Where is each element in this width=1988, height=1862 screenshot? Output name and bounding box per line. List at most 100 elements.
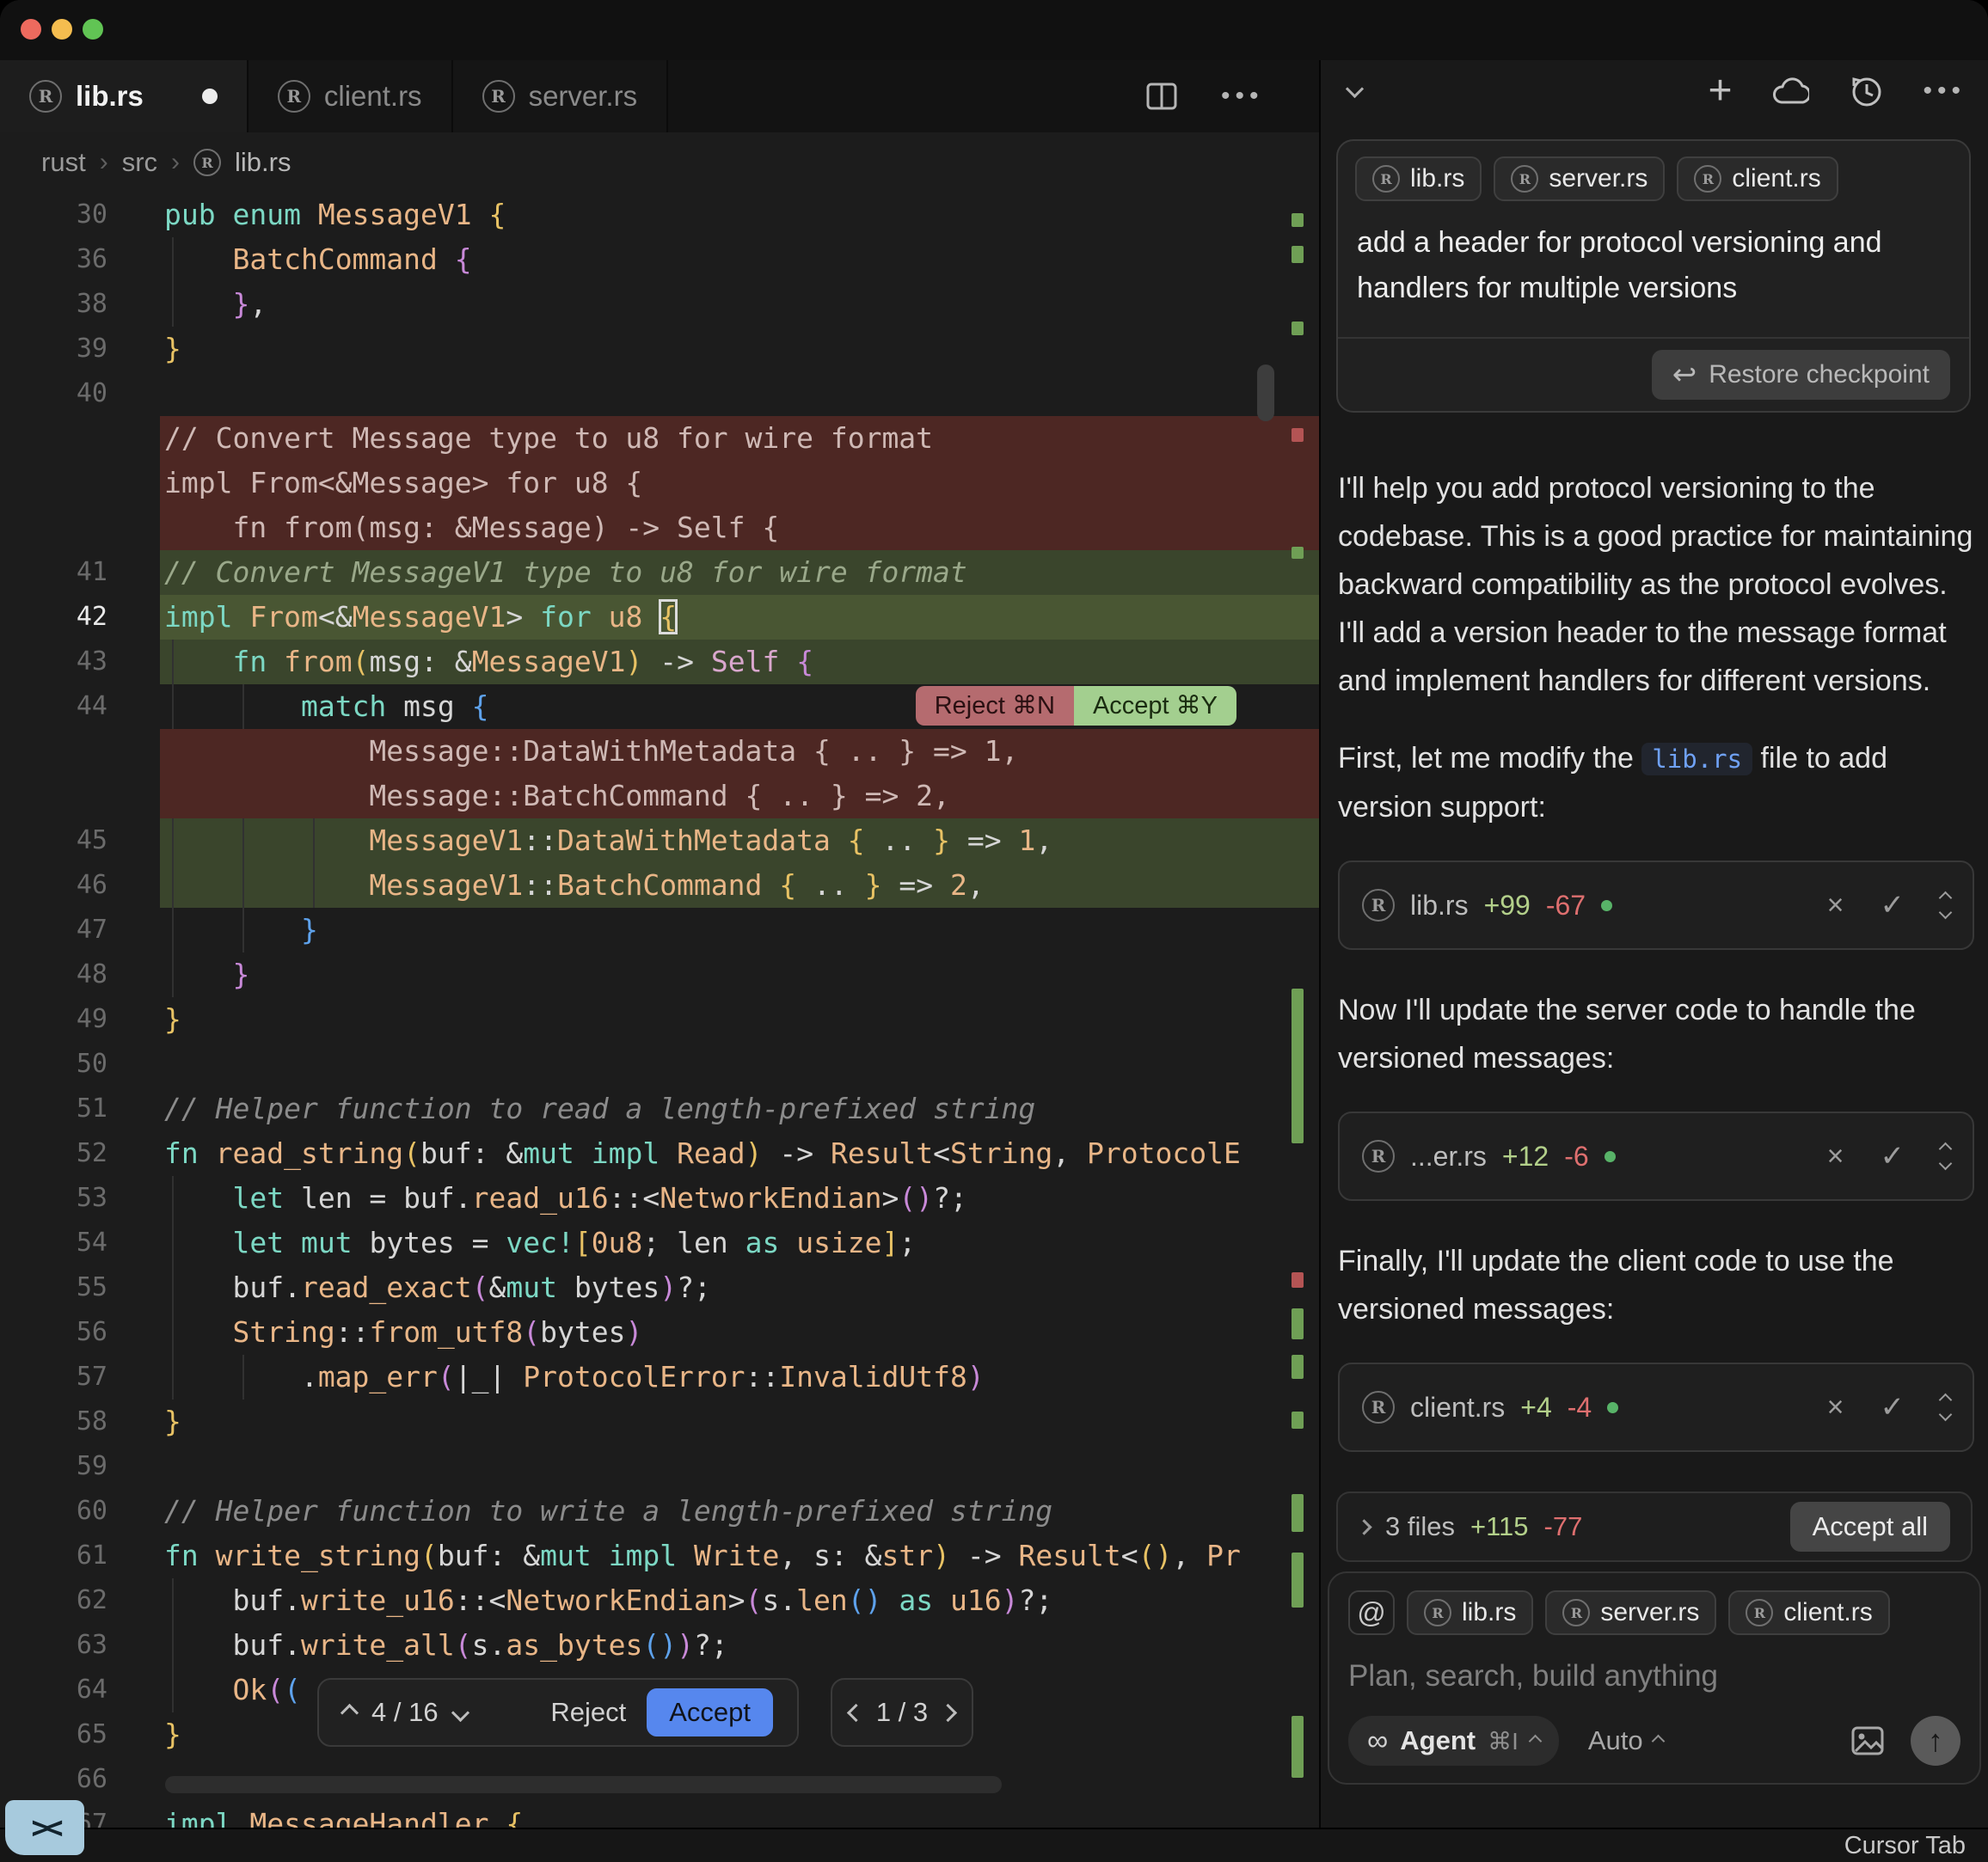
code-line[interactable]: impl From<&Message> for u8 {	[0, 461, 1319, 505]
code-line[interactable]: 38 },	[0, 282, 1319, 327]
accept-file-icon[interactable]: ✓	[1881, 888, 1905, 922]
code-area[interactable]: 30pub enum MessageV1 {36 BatchCommand {3…	[0, 193, 1319, 1828]
breadcrumb-item[interactable]: src	[122, 147, 157, 178]
reject-file-icon[interactable]: ×	[1827, 889, 1844, 922]
code-line[interactable]: 43 fn from(msg: &MessageV1) -> Self {	[0, 640, 1319, 684]
code-line[interactable]: 67impl MessageHandler {	[0, 1802, 1319, 1828]
file-pill-lib.rs[interactable]: Rlib.rs	[1407, 1590, 1533, 1635]
breadcrumb[interactable]: rust›src›Rlib.rs	[0, 132, 1360, 193]
file-change-chip-...er.rs[interactable]: R...er.rs+12-6×✓	[1338, 1112, 1974, 1201]
prev-diff-icon[interactable]	[341, 1703, 359, 1721]
code-line[interactable]: 48 }	[0, 952, 1319, 997]
diff-accept-button[interactable]: Accept	[647, 1688, 773, 1736]
code-text: fn from(msg: &MessageV1) -> Self {	[107, 640, 1319, 684]
expand-diff-icon[interactable]	[1941, 1144, 1950, 1168]
file-pill-client.rs[interactable]: Rclient.rs	[1728, 1590, 1889, 1635]
close-window-button[interactable]	[21, 19, 41, 40]
accept-all-button[interactable]: Accept all	[1790, 1502, 1950, 1552]
code-line[interactable]: 45 MessageV1::DataWithMetadata { .. } =>…	[0, 818, 1319, 863]
chat-collapse-icon[interactable]	[1346, 80, 1364, 98]
prev-file-icon[interactable]	[847, 1703, 865, 1721]
diff-reject-button[interactable]: Reject	[550, 1697, 626, 1728]
line-number: 55	[0, 1265, 107, 1310]
file-change-chip-client.rs[interactable]: Rclient.rs+4-4×✓	[1338, 1363, 1974, 1452]
code-line[interactable]: 39}	[0, 327, 1319, 371]
code-line[interactable]: 54 let mut bytes = vec![0u8; len as usiz…	[0, 1221, 1319, 1265]
reject-file-icon[interactable]: ×	[1827, 1140, 1844, 1173]
code-line[interactable]: 46 MessageV1::BatchCommand { .. } => 2,	[0, 863, 1319, 908]
next-file-icon[interactable]	[939, 1703, 957, 1721]
attach-image-icon[interactable]	[1850, 1725, 1885, 1756]
code-line[interactable]: Message::BatchCommand { .. } => 2,	[0, 774, 1319, 818]
code-line[interactable]: 62 buf.write_u16::<NetworkEndian>(s.len(…	[0, 1578, 1319, 1623]
code-line[interactable]: 41// Convert MessageV1 type to u8 for wi…	[0, 550, 1319, 595]
inline-reject-button[interactable]: Reject ⌘N	[916, 686, 1074, 726]
unsaved-dot[interactable]	[202, 89, 218, 104]
code-line[interactable]: 52fn read_string(buf: &mut impl Read) ->…	[0, 1131, 1319, 1176]
model-selector[interactable]: Auto	[1588, 1725, 1663, 1756]
code-line[interactable]: 56 String::from_utf8(bytes)	[0, 1310, 1319, 1355]
restore-checkpoint-button[interactable]: ↩ Restore checkpoint	[1652, 350, 1950, 400]
new-chat-icon[interactable]: +	[1708, 70, 1732, 112]
code-line[interactable]: fn from(msg: &Message) -> Self {	[0, 505, 1319, 550]
minimize-window-button[interactable]	[52, 19, 72, 40]
code-line[interactable]: 36 BatchCommand {	[0, 237, 1319, 282]
editor-more-icon[interactable]: •••	[1221, 82, 1264, 111]
code-line[interactable]: 30pub enum MessageV1 {	[0, 193, 1319, 237]
code-line[interactable]: 59	[0, 1444, 1319, 1489]
file-pill-lib.rs[interactable]: Rlib.rs	[1355, 156, 1482, 201]
split-editor-icon[interactable]	[1144, 78, 1180, 114]
lines-removed: -67	[1546, 890, 1586, 922]
expand-diff-icon[interactable]	[1941, 1395, 1950, 1419]
code-line[interactable]: 58}	[0, 1400, 1319, 1444]
tab-client.rs[interactable]: Rclient.rs	[248, 60, 453, 132]
send-button[interactable]: ↑	[1911, 1716, 1960, 1766]
expand-diff-icon[interactable]	[1941, 893, 1950, 917]
breadcrumb-item[interactable]: lib.rs	[235, 147, 291, 178]
horizontal-scrollbar[interactable]	[165, 1776, 1002, 1793]
mode-selector[interactable]: ∞ Agent ⌘I	[1348, 1716, 1559, 1766]
tab-lib.rs[interactable]: Rlib.rs	[0, 60, 248, 132]
history-icon[interactable]	[1849, 74, 1883, 108]
cloud-icon[interactable]	[1771, 77, 1809, 106]
file-pill-server.rs[interactable]: Rserver.rs	[1545, 1590, 1716, 1635]
accept-file-icon[interactable]: ✓	[1881, 1139, 1905, 1173]
file-pill-server.rs[interactable]: Rserver.rs	[1494, 156, 1665, 201]
accept-file-icon[interactable]: ✓	[1881, 1390, 1905, 1424]
lines-added: +99	[1484, 890, 1531, 922]
code-line[interactable]: 50	[0, 1042, 1319, 1087]
code-text: Message::DataWithMetadata { .. } => 1,	[107, 729, 1319, 774]
code-line[interactable]: 53 let len = buf.read_u16::<NetworkEndia…	[0, 1176, 1319, 1221]
code-line[interactable]: 63 buf.write_all(s.as_bytes())?;	[0, 1623, 1319, 1668]
code-line[interactable]: 61fn write_string(buf: &mut impl Write, …	[0, 1534, 1319, 1578]
code-text	[107, 1042, 1319, 1087]
code-text: // Helper function to write a length-pre…	[107, 1489, 1319, 1534]
panel-toggle-badge[interactable]: ><	[5, 1800, 84, 1855]
cursor-tab-status[interactable]: Cursor Tab	[1844, 1832, 1966, 1860]
code-line[interactable]: 55 buf.read_exact(&mut bytes)?;	[0, 1265, 1319, 1310]
file-change-chip-lib.rs[interactable]: Rlib.rs+99-67×✓	[1338, 861, 1974, 950]
code-line[interactable]: 60// Helper function to write a length-p…	[0, 1489, 1319, 1534]
code-line[interactable]: 44 match msg {Reject ⌘NAccept ⌘Y	[0, 684, 1319, 729]
scrollbar-thumb[interactable]	[1257, 364, 1274, 421]
reject-file-icon[interactable]: ×	[1827, 1391, 1844, 1424]
expand-files-icon[interactable]	[1356, 1519, 1371, 1534]
chat-more-icon[interactable]: •••	[1923, 77, 1966, 106]
code-line[interactable]: 47 }	[0, 908, 1319, 952]
code-line[interactable]: 51// Helper function to read a length-pr…	[0, 1087, 1319, 1131]
code-line[interactable]: 57 .map_err(|_| ProtocolError::InvalidUt…	[0, 1355, 1319, 1400]
code-line[interactable]: 40	[0, 371, 1319, 416]
zoom-window-button[interactable]	[83, 19, 103, 40]
tab-server.rs[interactable]: Rserver.rs	[453, 60, 669, 132]
breadcrumb-item[interactable]: rust	[41, 147, 86, 178]
inline-code[interactable]: lib.rs	[1641, 743, 1752, 775]
code-line[interactable]: // Convert Message type to u8 for wire f…	[0, 416, 1319, 461]
inline-accept-button[interactable]: Accept ⌘Y	[1074, 686, 1236, 726]
next-diff-icon[interactable]	[451, 1703, 469, 1721]
add-context-button[interactable]: @	[1348, 1590, 1395, 1635]
file-pill-client.rs[interactable]: Rclient.rs	[1677, 156, 1838, 201]
code-line[interactable]: 42impl From<&MessageV1> for u8 {	[0, 595, 1319, 640]
chat-input-box[interactable]: @ Rlib.rsRserver.rsRclient.rs Plan, sear…	[1328, 1571, 1981, 1785]
code-line[interactable]: Message::DataWithMetadata { .. } => 1,	[0, 729, 1319, 774]
code-line[interactable]: 49}	[0, 997, 1319, 1042]
